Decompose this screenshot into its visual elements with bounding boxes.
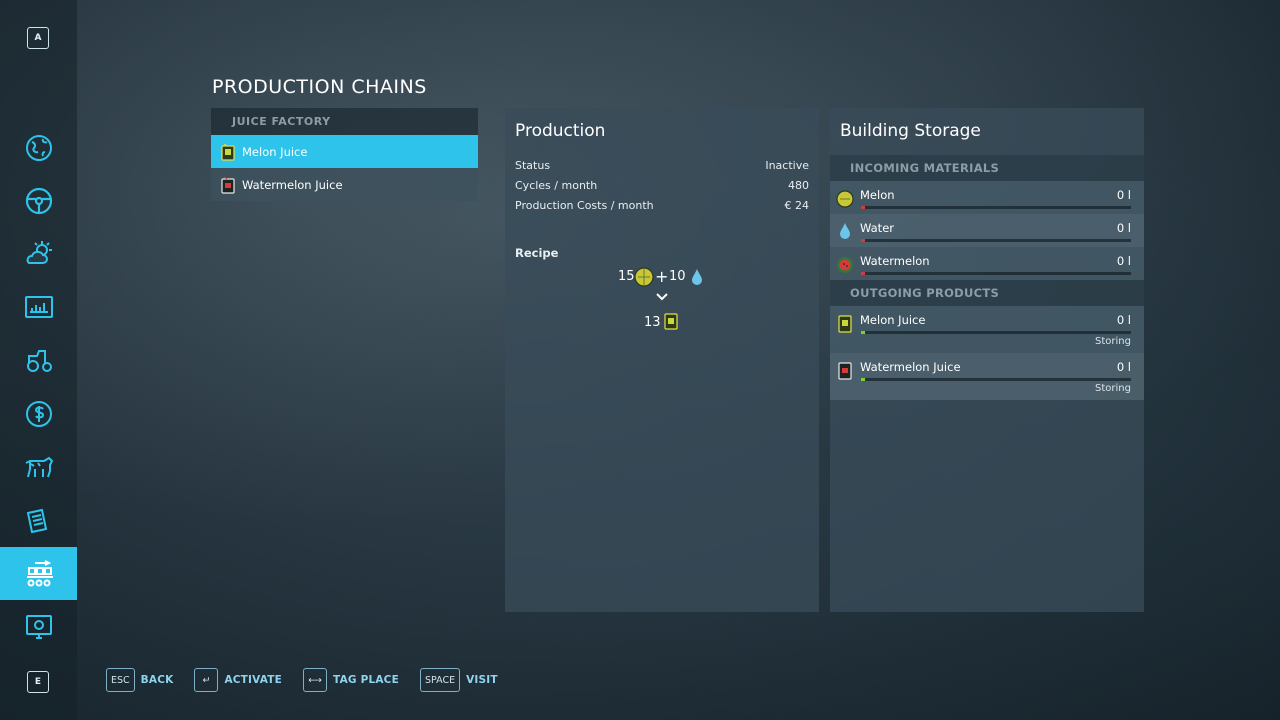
production-panel: Production Status Inactive Cycles / mont… xyxy=(505,108,819,612)
production-chains-list: JUICE FACTORY Melon Juice Watermelon Jui… xyxy=(211,108,478,201)
sidebar-next-key: E xyxy=(27,671,49,693)
melon-icon xyxy=(836,190,854,208)
cow-icon xyxy=(25,456,53,477)
incoming-materials-header: INCOMING MATERIALS xyxy=(830,155,1144,181)
watermelon-juice-icon xyxy=(221,176,235,194)
storage-row-watermelon: Watermelon 0 l xyxy=(830,247,1144,280)
chain-item-label: Melon Juice xyxy=(242,144,308,159)
hint-label: VISIT xyxy=(466,674,498,686)
storage-mode: Storing xyxy=(1095,336,1131,347)
storage-mode: Storing xyxy=(1095,383,1131,394)
watermelon-icon xyxy=(837,257,853,273)
sidebar-prev-key: A xyxy=(27,27,49,49)
chains-group-header: JUICE FACTORY xyxy=(211,108,478,135)
storage-level-bar xyxy=(861,206,1131,209)
storage-item-name: Melon xyxy=(860,188,895,202)
storage-row-water: Water 0 l xyxy=(830,214,1144,247)
recipe-plus: + xyxy=(655,267,669,286)
storage-row-melon-juice: Melon Juice 0 l Storing xyxy=(830,306,1144,353)
production-icon xyxy=(26,559,53,586)
storage-item-name: Watermelon xyxy=(860,254,930,268)
weather-icon xyxy=(26,240,52,264)
watermelon-juice-icon xyxy=(838,362,852,380)
storage-row-melon: Melon 0 l xyxy=(830,181,1144,214)
storage-title: Building Storage xyxy=(840,121,981,141)
recipe-input-water-amount: 10 xyxy=(669,269,686,284)
building-storage-panel: Building Storage INCOMING MATERIALS Melo… xyxy=(830,108,1144,612)
sidebar-item-statistics[interactable] xyxy=(0,280,77,333)
hint-label: TAG PLACE xyxy=(333,674,399,686)
cycles-row: Cycles / month 480 xyxy=(505,175,819,195)
water-drop-icon xyxy=(840,223,850,239)
sidebar-item-contracts[interactable] xyxy=(0,494,77,547)
storage-item-amount: 0 l xyxy=(1116,313,1131,327)
status-value: Inactive xyxy=(765,158,809,172)
cycles-label: Cycles / month xyxy=(515,178,598,192)
sidebar-item-weather[interactable] xyxy=(0,227,77,280)
tag-place-button[interactable]: ⟷ TAG PLACE xyxy=(303,668,399,692)
storage-item-amount: 0 l xyxy=(1116,254,1131,268)
storage-item-name: Water xyxy=(860,221,894,235)
production-title: Production xyxy=(515,121,606,141)
stats-icon xyxy=(24,295,53,318)
esc-key: ESC xyxy=(106,668,135,692)
melon-juice-icon xyxy=(838,315,852,333)
sidebar-item-garage[interactable] xyxy=(0,333,77,386)
costs-label: Production Costs / month xyxy=(515,198,654,212)
sidebar: A E xyxy=(0,0,77,720)
globe-icon xyxy=(25,134,52,161)
storage-item-name: Melon Juice xyxy=(860,313,926,327)
chevron-down-icon xyxy=(656,293,668,301)
page-title: PRODUCTION CHAINS xyxy=(212,76,427,98)
contracts-icon xyxy=(26,508,47,533)
melon-juice-icon xyxy=(221,143,235,161)
melon-icon xyxy=(634,267,654,287)
chain-item-label: Watermelon Juice xyxy=(242,177,343,192)
sidebar-item-finances[interactable] xyxy=(0,387,77,440)
costs-row: Production Costs / month € 24 xyxy=(505,195,819,215)
hint-label: BACK xyxy=(140,674,174,686)
dollar-icon xyxy=(25,400,52,427)
input-hints-bar: ESC BACK ↵ ACTIVATE ⟷ TAG PLACE SPACE VI… xyxy=(106,668,519,692)
sidebar-item-production[interactable] xyxy=(0,547,77,600)
activate-button[interactable]: ↵ ACTIVATE xyxy=(194,668,282,692)
recipe-diagram: 15 + 10 13 xyxy=(505,260,819,340)
storage-item-amount: 0 l xyxy=(1116,221,1131,235)
steering-wheel-icon xyxy=(25,187,52,214)
storage-item-amount: 0 l xyxy=(1116,188,1131,202)
visit-button[interactable]: SPACE VISIT xyxy=(419,668,498,692)
arrows-key-icon: ⟷ xyxy=(303,668,328,692)
storage-row-watermelon-juice: Watermelon Juice 0 l Storing xyxy=(830,353,1144,400)
costs-value: € 24 xyxy=(784,198,810,212)
storage-item-name: Watermelon Juice xyxy=(860,360,961,374)
storage-item-amount: 0 l xyxy=(1116,360,1131,374)
cycles-value: 480 xyxy=(788,178,809,192)
sidebar-item-map[interactable] xyxy=(0,121,77,174)
chain-item-melon-juice[interactable]: Melon Juice xyxy=(211,135,478,168)
storage-level-bar xyxy=(861,378,1131,381)
chain-item-watermelon-juice[interactable]: Watermelon Juice xyxy=(211,168,478,201)
storage-level-bar xyxy=(861,239,1131,242)
recipe-title: Recipe xyxy=(515,246,559,260)
melon-juice-icon xyxy=(664,313,678,330)
storage-level-bar xyxy=(861,331,1131,334)
back-button[interactable]: ESC BACK xyxy=(106,668,173,692)
sidebar-item-help[interactable] xyxy=(0,600,77,653)
status-row: Status Inactive xyxy=(505,155,819,175)
status-label: Status xyxy=(515,158,551,172)
outgoing-products-header: OUTGOING PRODUCTS xyxy=(830,280,1144,306)
space-key: SPACE xyxy=(419,668,461,692)
help-icon xyxy=(25,614,52,639)
recipe-output-amount: 13 xyxy=(644,315,661,330)
enter-key-icon: ↵ xyxy=(194,668,219,692)
water-drop-icon xyxy=(692,269,702,285)
sidebar-item-vehicles[interactable] xyxy=(0,174,77,227)
tractor-icon xyxy=(26,349,52,372)
sidebar-item-animals[interactable] xyxy=(0,440,77,493)
storage-level-bar xyxy=(861,272,1131,275)
hint-label: ACTIVATE xyxy=(224,674,283,686)
